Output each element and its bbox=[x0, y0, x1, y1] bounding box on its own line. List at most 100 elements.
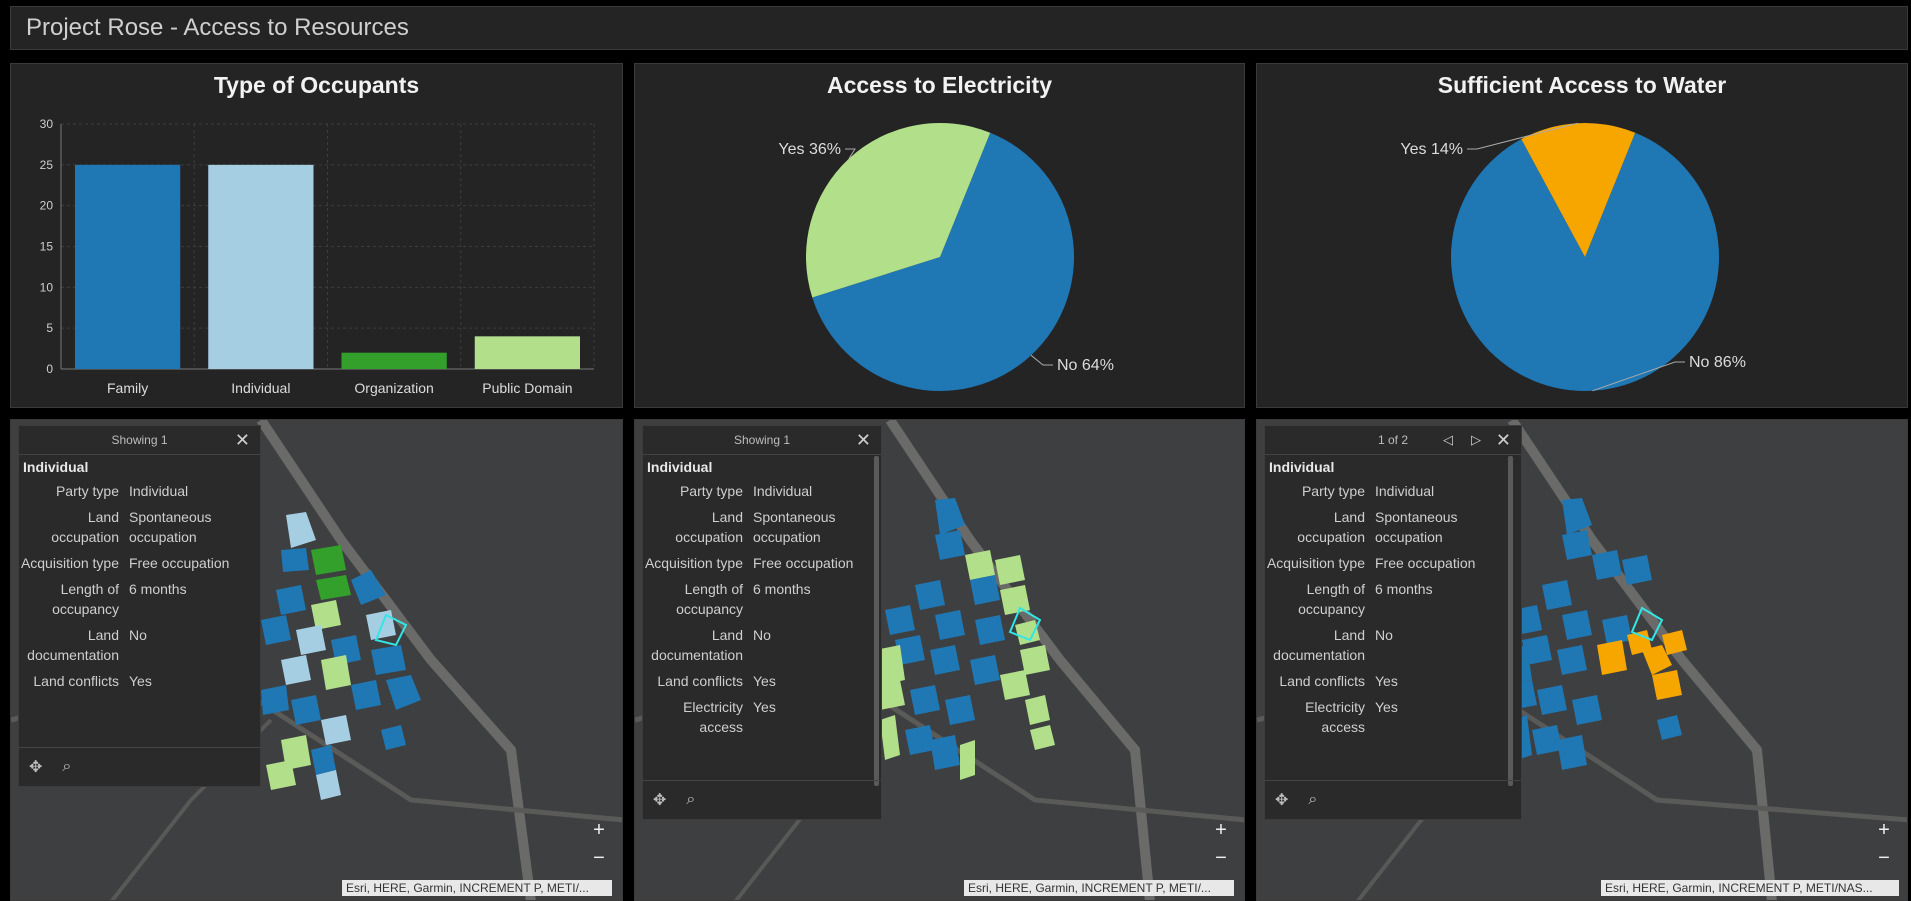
feature-popup[interactable]: Showing 1 ✕ Individual Party type Individ… bbox=[18, 425, 261, 787]
field-label: Electricity access bbox=[683, 699, 743, 735]
field-label: Length of occupancy bbox=[1298, 581, 1365, 617]
field-label: Land documentation bbox=[1273, 627, 1365, 663]
feature-popup[interactable]: 1 of 2 ◁ ▷ ✕ Individual Party type Indivi… bbox=[1264, 425, 1522, 820]
close-icon[interactable]: ✕ bbox=[856, 430, 871, 451]
field-label: Party type bbox=[55, 483, 119, 499]
occupants-chart-panel: Type of Occupants 0 5 10 15 20 25 30 Family Indi… bbox=[10, 63, 623, 408]
field-label: Acquisition type bbox=[644, 555, 743, 571]
popup-field-row: Land documentation No bbox=[1265, 625, 1521, 665]
pie-label: Yes 36% bbox=[778, 141, 841, 158]
dashboard-title: Project Rose - Access to Resources bbox=[26, 14, 409, 41]
pie-label: No 86% bbox=[1689, 354, 1746, 371]
zoom-out-button[interactable]: − bbox=[1871, 846, 1897, 870]
dashboard-header: Project Rose - Access to Resources bbox=[10, 6, 1908, 50]
field-value: Free occupation bbox=[753, 555, 854, 571]
map-attribution[interactable]: Esri, HERE, Garmin, INCREMENT P, METI/NA… bbox=[1601, 880, 1899, 896]
pie-label: Yes 14% bbox=[1400, 141, 1463, 158]
popup-field-row: Length of occupancy 6 months bbox=[19, 579, 260, 619]
x-tick-label: Public Domain bbox=[482, 380, 572, 396]
pan-icon[interactable]: ✥ bbox=[653, 790, 666, 810]
water-chart-panel: Sufficient Access to Water Yes 14% No 86% bbox=[1256, 63, 1908, 408]
chevron-right-icon[interactable]: ▷ bbox=[1471, 432, 1481, 448]
map-view-electricity[interactable]: Showing 1 ✕ Individual Party type Individ… bbox=[634, 419, 1245, 901]
pan-icon[interactable]: ✥ bbox=[29, 757, 42, 777]
field-label: Acquisition type bbox=[20, 555, 119, 571]
field-value: Free occupation bbox=[129, 555, 230, 571]
zoom-in-button[interactable]: + bbox=[1208, 818, 1234, 842]
popup-field-row: Party type Individual bbox=[1265, 481, 1521, 501]
popup-scrollbar[interactable] bbox=[1508, 456, 1513, 786]
popup-field-row: Party type Individual bbox=[643, 481, 881, 501]
popup-title: Individual bbox=[647, 459, 713, 475]
popup-footer: ✥ ⌕ bbox=[1265, 780, 1521, 819]
popup-header: Showing 1 ✕ bbox=[19, 426, 260, 455]
popup-fields: Party type Individual Land occupation Spont… bbox=[643, 475, 881, 775]
field-value: 6 months bbox=[753, 581, 811, 597]
popup-count: Showing 1 bbox=[733, 433, 791, 447]
field-value: Spontaneous occupation bbox=[1375, 509, 1458, 545]
water-pie-chart: Yes 14% No 86% bbox=[1400, 122, 1746, 392]
field-value: 6 months bbox=[1375, 581, 1433, 597]
field-label: Length of occupancy bbox=[676, 581, 743, 617]
y-tick-label: 0 bbox=[46, 362, 53, 376]
field-label: Land occupation bbox=[675, 509, 743, 545]
field-value: Individual bbox=[129, 483, 189, 499]
map-view-occupants[interactable]: Showing 1 ✕ Individual Party type Individ… bbox=[10, 419, 623, 901]
bar[interactable] bbox=[341, 352, 447, 369]
y-tick-label: 5 bbox=[46, 321, 53, 335]
popup-field-row: Land conflicts Yes bbox=[19, 671, 260, 691]
bar[interactable] bbox=[75, 164, 181, 369]
popup-field-row: Land documentation No bbox=[19, 625, 260, 665]
y-tick-label: 20 bbox=[40, 199, 54, 213]
field-value: Yes bbox=[753, 699, 776, 715]
electricity-chart-panel: Access to Electricity Yes 36% No 64% bbox=[634, 63, 1245, 408]
popup-field-row: Land occupation Spontaneous occupation bbox=[1265, 507, 1521, 547]
leader-line bbox=[1030, 354, 1053, 366]
zoom-in-button[interactable]: + bbox=[586, 818, 612, 842]
popup-field-row: Acquisition type Free occupation bbox=[1265, 553, 1521, 573]
popup-footer: ✥ ⌕ bbox=[19, 747, 260, 786]
map-view-water[interactable]: 1 of 2 ◁ ▷ ✕ Individual Party type Indivi… bbox=[1256, 419, 1908, 901]
field-value: Individual bbox=[753, 483, 813, 499]
popup-footer: ✥ ⌕ bbox=[643, 780, 881, 819]
field-label: Party type bbox=[679, 483, 743, 499]
electricity-pie-chart: Yes 36% No 64% bbox=[778, 122, 1114, 391]
field-label: Land occupation bbox=[1297, 509, 1365, 545]
popup-field-row: Acquisition type Free occupation bbox=[643, 553, 881, 573]
field-label: Land occupation bbox=[51, 509, 119, 545]
zoom-in-button[interactable]: + bbox=[1871, 818, 1897, 842]
field-value: Yes bbox=[1375, 699, 1398, 715]
zoom-to-icon[interactable]: ⌕ bbox=[1308, 791, 1317, 809]
popup-scrollbar[interactable] bbox=[874, 456, 879, 786]
zoom-out-button[interactable]: − bbox=[1208, 846, 1234, 870]
field-label: Length of occupancy bbox=[52, 581, 119, 617]
popup-field-row: Acquisition type Free occupation bbox=[19, 553, 260, 573]
zoom-controls: + − bbox=[1208, 818, 1234, 870]
close-icon[interactable]: ✕ bbox=[235, 430, 250, 451]
zoom-to-icon[interactable]: ⌕ bbox=[62, 758, 71, 776]
zoom-out-button[interactable]: − bbox=[586, 846, 612, 870]
field-value: Spontaneous occupation bbox=[753, 509, 836, 545]
popup-count: Showing 1 bbox=[111, 433, 168, 447]
bar[interactable] bbox=[208, 164, 314, 369]
field-label: Land documentation bbox=[27, 627, 119, 663]
y-tick-label: 25 bbox=[40, 158, 54, 172]
field-label: Acquisition type bbox=[1266, 555, 1365, 571]
field-value: Individual bbox=[1375, 483, 1435, 499]
y-tick-label: 15 bbox=[40, 240, 54, 254]
field-label: Land documentation bbox=[651, 627, 743, 663]
chevron-left-icon[interactable]: ◁ bbox=[1443, 432, 1453, 448]
feature-popup[interactable]: Showing 1 ✕ Individual Party type Individ… bbox=[642, 425, 882, 820]
bar[interactable] bbox=[474, 336, 580, 369]
field-label: Electricity access bbox=[1305, 699, 1365, 735]
close-icon[interactable]: ✕ bbox=[1496, 430, 1511, 451]
field-label: Land conflicts bbox=[1279, 673, 1365, 689]
map-attribution[interactable]: Esri, HERE, Garmin, INCREMENT P, METI/..… bbox=[342, 880, 612, 896]
zoom-to-icon[interactable]: ⌕ bbox=[686, 791, 695, 809]
map-attribution[interactable]: Esri, HERE, Garmin, INCREMENT P, METI/..… bbox=[964, 880, 1234, 896]
popup-header: 1 of 2 ◁ ▷ ✕ bbox=[1265, 426, 1521, 455]
pan-icon[interactable]: ✥ bbox=[1275, 790, 1288, 810]
popup-field-row: Length of occupancy 6 months bbox=[643, 579, 881, 619]
popup-title: Individual bbox=[23, 459, 89, 475]
field-value: Yes bbox=[753, 673, 776, 689]
